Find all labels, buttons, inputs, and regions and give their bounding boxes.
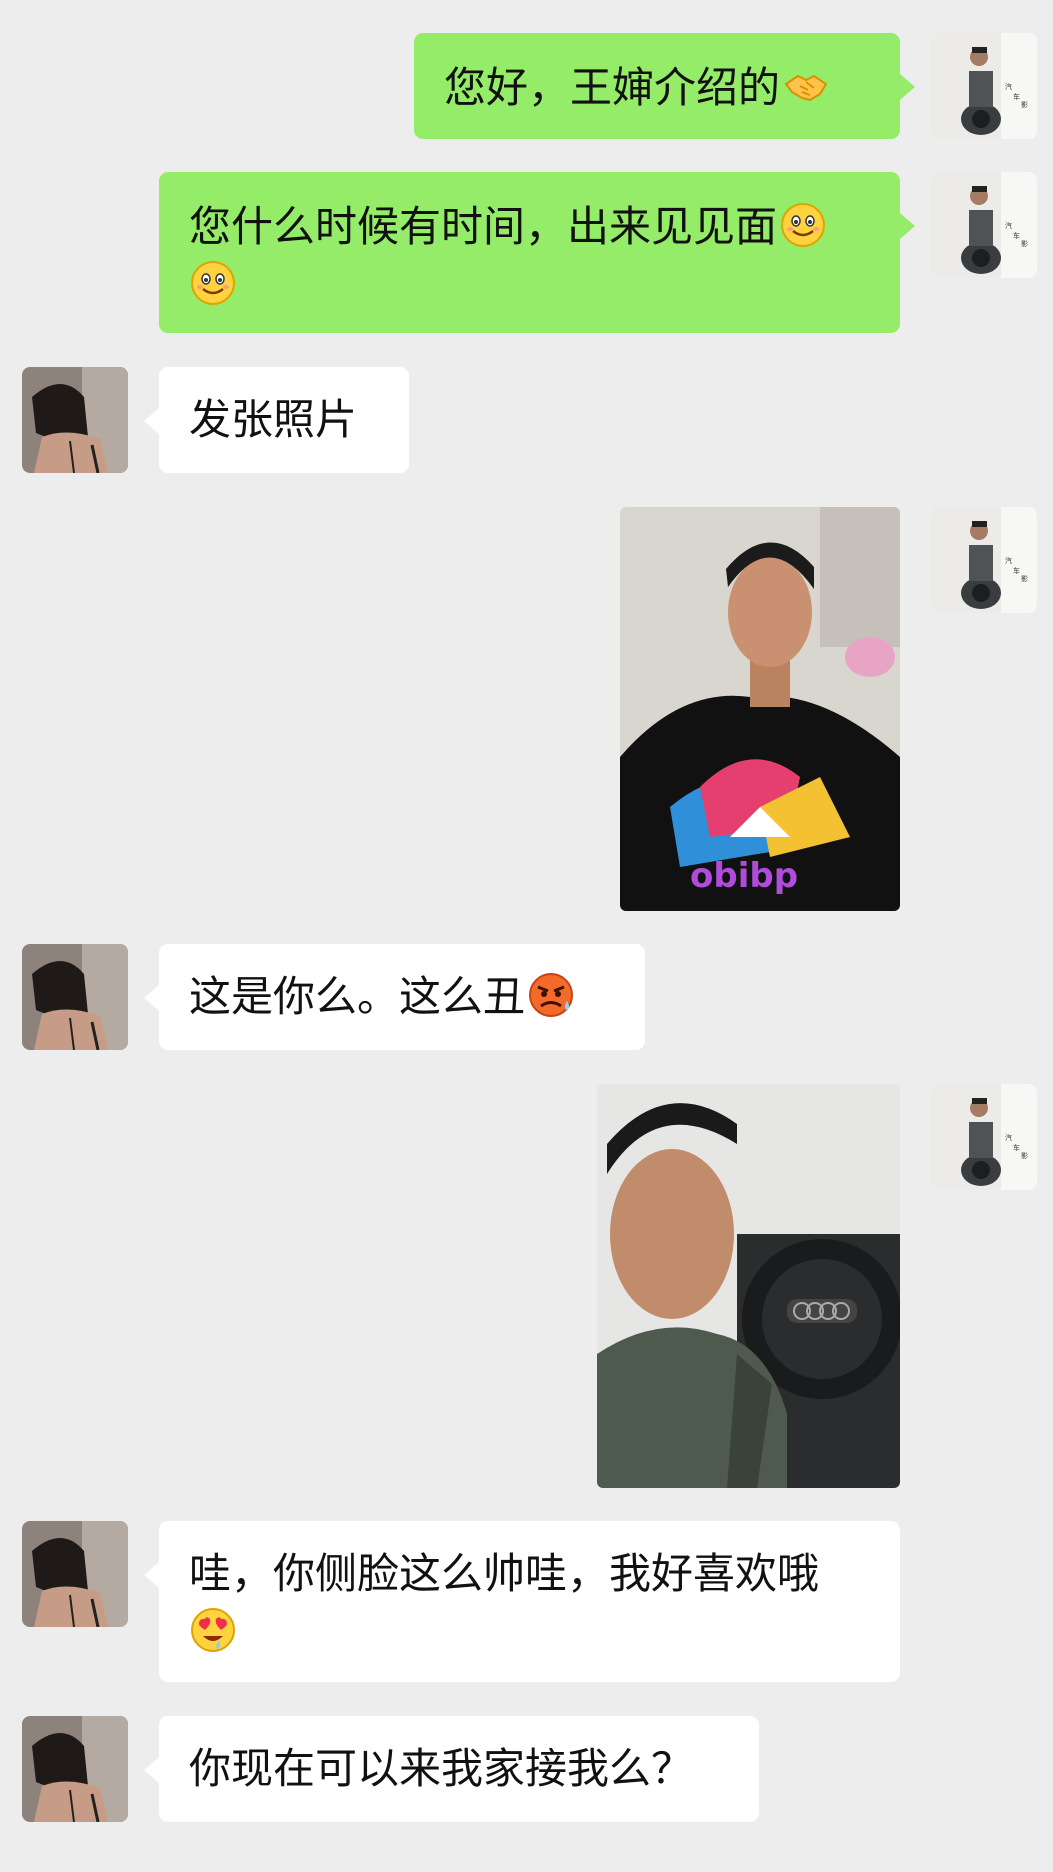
heart-eyes-drool-emoji xyxy=(189,1606,237,1654)
bubble-tail xyxy=(144,408,159,434)
message-bubble-received[interactable]: 你现在可以来我家接我么？ xyxy=(159,1716,759,1822)
message-text: 这是你么。这么丑 xyxy=(189,972,526,1021)
my-avatar[interactable] xyxy=(931,33,1037,139)
bubble-tail xyxy=(144,985,159,1011)
my-avatar[interactable] xyxy=(931,1084,1037,1190)
contact-avatar[interactable] xyxy=(22,367,128,473)
message-text: 你现在可以来我家接我么？ xyxy=(189,1744,694,1793)
message-text: 哇，你侧脸这么帅哇，我好喜欢哦 xyxy=(189,1549,820,1598)
message-bubble-sent[interactable]: 您什么时候有时间，出来见见面 xyxy=(159,172,900,333)
contact-avatar[interactable] xyxy=(22,1521,128,1627)
message-text: 您什么时候有时间，出来见见面 xyxy=(189,202,778,251)
message-text: 您好，王婶介绍的 xyxy=(444,63,781,112)
message-bubble-received[interactable]: 哇，你侧脸这么帅哇，我好喜欢哦 xyxy=(159,1521,900,1682)
my-avatar[interactable] xyxy=(931,507,1037,613)
smile-emoji xyxy=(189,259,237,307)
bubble-tail xyxy=(900,213,915,239)
contact-avatar[interactable] xyxy=(22,944,128,1050)
bubble-tail xyxy=(900,74,915,100)
bubble-tail xyxy=(144,1562,159,1588)
svg-text:obibp: obibp xyxy=(690,856,798,896)
photo-message-car-selfie[interactable] xyxy=(597,1084,900,1488)
smile-emoji xyxy=(779,201,827,249)
contact-avatar[interactable] xyxy=(22,1716,128,1822)
message-bubble-received[interactable]: 这是你么。这么丑 xyxy=(159,944,645,1050)
message-bubble-received[interactable]: 发张照片 xyxy=(159,367,409,473)
photo-message-selfie[interactable]: obibp xyxy=(620,507,900,911)
handshake-emoji xyxy=(782,62,830,110)
angry-sweat-emoji xyxy=(527,971,575,1019)
message-bubble-sent[interactable]: 您好，王婶介绍的 xyxy=(414,33,900,139)
my-avatar[interactable] xyxy=(931,172,1037,278)
message-text: 发张照片 xyxy=(189,395,358,444)
bubble-tail xyxy=(144,1757,159,1783)
